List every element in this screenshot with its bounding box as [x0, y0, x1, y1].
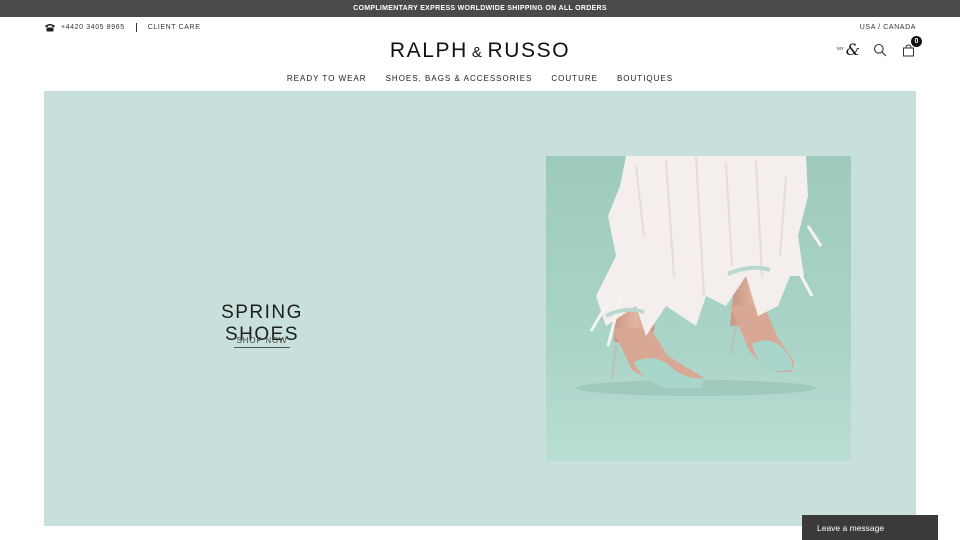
phone-number[interactable]: +4420 3405 8965: [61, 24, 125, 31]
search-icon: [873, 43, 887, 57]
header-icons: MY & 0: [837, 36, 922, 58]
logo-ampersand: &: [471, 44, 484, 61]
nav-item-couture[interactable]: COUTURE: [551, 74, 598, 83]
my-account-link[interactable]: MY &: [837, 42, 860, 58]
chat-label: Leave a message: [817, 522, 885, 533]
search-button[interactable]: [872, 42, 888, 58]
hero-product-image[interactable]: [546, 156, 851, 461]
hero-banner[interactable]: SPRING SHOES SHOP NOW: [44, 91, 916, 526]
leave-message-button[interactable]: Leave a message: [802, 515, 938, 540]
account-monogram-icon: &: [845, 40, 860, 59]
logo-text-left: RALPH: [389, 39, 468, 62]
client-care-link[interactable]: CLIENT CARE: [148, 24, 201, 31]
main-nav: READY TO WEAR SHOES, BAGS & ACCESSORIES …: [0, 74, 960, 83]
shopping-bag-button[interactable]: 0: [900, 36, 922, 58]
nav-item-shoes-bags-accessories[interactable]: SHOES, BAGS & ACCESSORIES: [386, 74, 533, 83]
region-selector[interactable]: USA / CANADA: [860, 21, 916, 33]
phone-icon: [44, 22, 56, 32]
my-account-label: MY: [837, 46, 844, 51]
promo-bar: COMPLIMENTARY EXPRESS WORLDWIDE SHIPPING…: [0, 0, 960, 17]
utility-divider: [135, 22, 137, 32]
nav-item-ready-to-wear[interactable]: READY TO WEAR: [287, 74, 367, 83]
shop-now-link[interactable]: SHOP NOW: [234, 336, 290, 348]
bag-count-badge: 0: [911, 36, 922, 47]
promo-text: COMPLIMENTARY EXPRESS WORLDWIDE SHIPPING…: [353, 5, 607, 12]
nav-item-boutiques[interactable]: BOUTIQUES: [617, 74, 673, 83]
utility-left: +4420 3405 8965 CLIENT CARE: [44, 21, 200, 33]
logo-text-right: RUSSO: [487, 39, 571, 62]
brand-logo[interactable]: RALPH & RUSSO: [0, 39, 960, 63]
